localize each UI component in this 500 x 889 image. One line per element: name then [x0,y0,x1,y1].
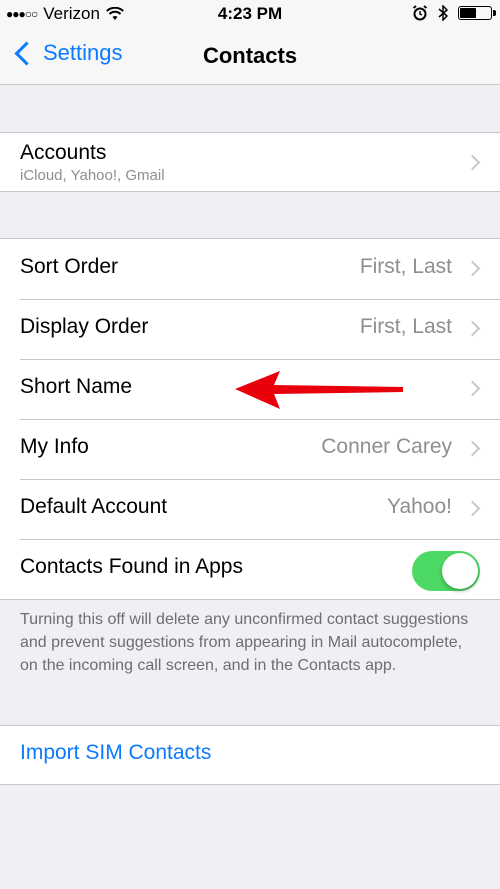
default-account-label: Default Account [20,495,168,518]
chevron-right-icon [464,154,481,171]
my-info-value: Conner Carey [321,435,452,458]
page-title: Contacts [202,43,298,68]
battery-fill [460,8,476,18]
chevron-right-icon [464,320,481,337]
chevron-right-icon [464,500,481,517]
chevron-right-icon [464,440,481,457]
sort-order-label: Sort Order [20,255,119,278]
sort-order-row[interactable]: Sort Order First, Last [0,239,500,299]
contacts-settings-group: Sort Order First, Last Display Order Fir… [0,238,500,600]
import-sim-row[interactable]: Import SIM Contacts [0,726,500,786]
battery-icon [458,6,496,20]
my-info-label: My Info [20,435,89,458]
contacts-found-in-apps-label: Contacts Found in Apps [20,555,243,578]
status-right [412,5,496,21]
navigation-bar: Settings Contacts [0,30,500,85]
import-sim-group: Import SIM Contacts [0,725,500,785]
display-order-row[interactable]: Display Order First, Last [0,299,500,359]
bluetooth-icon [438,5,448,21]
import-sim-contacts-link[interactable]: Import SIM Contacts [20,741,211,765]
display-order-value: First, Last [359,315,452,338]
sort-order-value: First, Last [359,255,452,278]
contacts-found-footer-note: Turning this off will delete any unconfi… [20,611,469,674]
toggle-knob [442,553,478,589]
contacts-found-in-apps-row: Contacts Found in Apps [0,539,500,599]
my-info-row[interactable]: My Info Conner Carey [0,419,500,479]
contacts-found-in-apps-toggle[interactable] [412,551,480,591]
chevron-right-icon [464,380,481,397]
short-name-label: Short Name [20,375,133,398]
accounts-row[interactable]: Accounts iCloud, Yahoo!, Gmail [0,133,500,193]
alarm-clock-icon [412,5,428,21]
default-account-row[interactable]: Default Account Yahoo! [0,479,500,539]
accounts-subtitle: iCloud, Yahoo!, Gmail [20,167,165,184]
status-bar: ●●●○○ Verizon 4:23 PM [0,0,500,30]
accounts-label: Accounts [20,141,107,164]
chevron-right-icon [464,260,481,277]
display-order-label: Display Order [20,315,149,338]
default-account-value: Yahoo! [387,495,452,518]
red-arrow-annotation [235,371,403,409]
accounts-group: Accounts iCloud, Yahoo!, Gmail [0,132,500,192]
